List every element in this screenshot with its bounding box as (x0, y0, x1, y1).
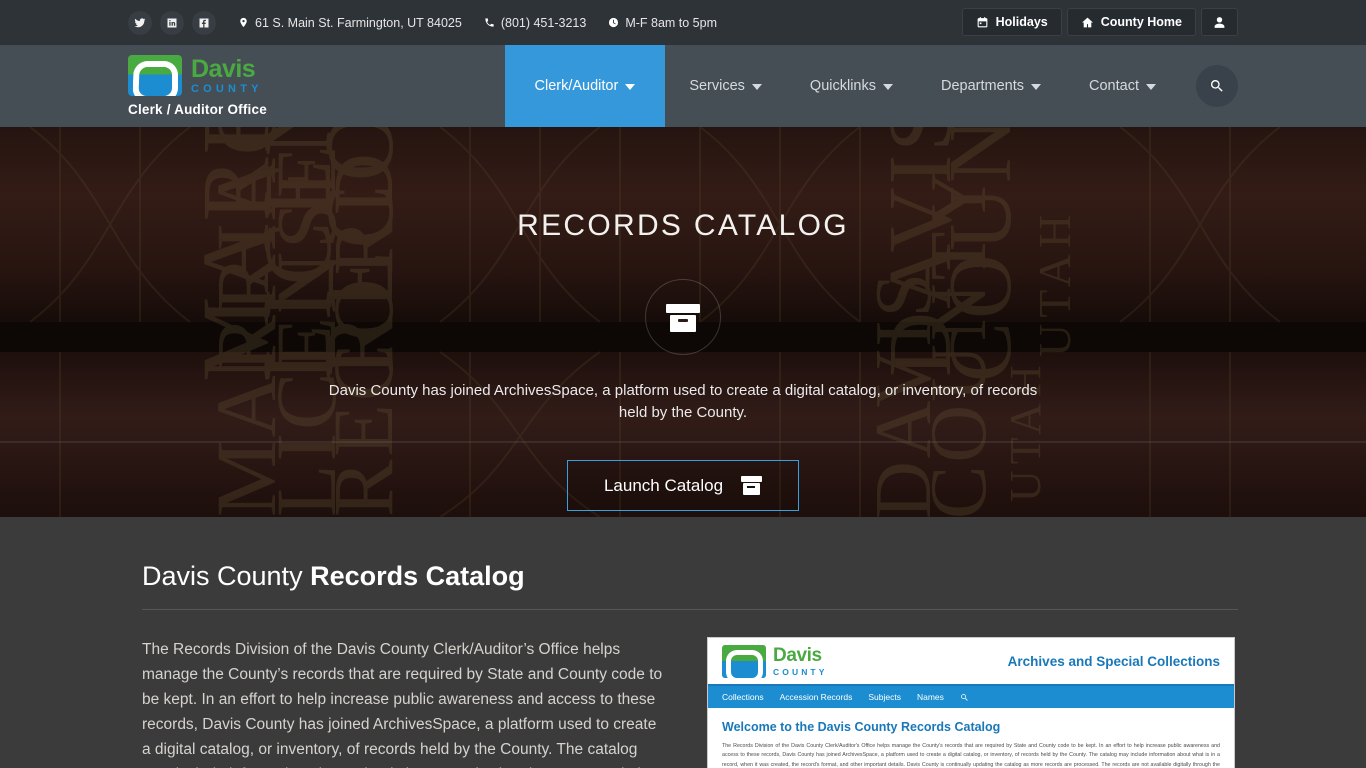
archive-box-icon (741, 475, 763, 496)
davis-county-logo-icon (128, 55, 182, 96)
twitter-icon[interactable] (128, 10, 152, 35)
screenshot-header: Davis COUNTY Archives and Special Collec… (708, 638, 1234, 686)
clock-icon (609, 17, 619, 28)
hero-banner: MARRIAGE LICENSE RECORD DAVIS COUNTY UTA… (0, 127, 1366, 517)
archive-box-circle (645, 279, 721, 355)
screenshot-nav: Collections Accession Records Subjects N… (708, 686, 1234, 708)
account-button[interactable] (1201, 8, 1238, 36)
calendar-icon (977, 16, 988, 27)
logo-davis-text: Davis (191, 54, 256, 83)
nav-item-contact[interactable]: Contact (1065, 45, 1180, 127)
intro-paragraph: The Records Division of the Davis County… (142, 641, 663, 768)
screenshot-tagline: Archives and Special Collections (1007, 653, 1220, 669)
hero-description: Davis County has joined ArchivesSpace, a… (328, 382, 1038, 421)
search-icon[interactable] (1196, 65, 1238, 107)
chevron-down-icon (883, 84, 893, 90)
home-icon (1081, 17, 1093, 27)
utility-bar: 61 S. Main St. Farmington, UT 84025 (801… (0, 0, 1366, 45)
search-icon (961, 693, 968, 701)
address-text: 61 S. Main St. Farmington, UT 84025 (255, 15, 462, 30)
phone-icon (485, 18, 494, 27)
chevron-down-icon (1031, 84, 1042, 90)
holidays-label: Holidays (995, 15, 1048, 29)
nav-item-clerk-auditor[interactable]: Clerk/Auditor (504, 45, 666, 127)
main-content: Davis County Records Catalog The Records… (0, 517, 1366, 768)
nav-item-quicklinks[interactable]: Quicklinks (786, 45, 917, 127)
nav-label: Contact (1089, 78, 1139, 94)
holidays-button[interactable]: Holidays (961, 8, 1062, 36)
page-title: Davis County Records Catalog (142, 561, 1238, 592)
brand-block[interactable]: Davis COUNTY Clerk / Auditor Office (0, 45, 267, 127)
user-icon (1214, 16, 1225, 28)
county-home-button[interactable]: County Home (1066, 8, 1196, 36)
chevron-down-icon (625, 84, 636, 90)
nav-label: Departments (941, 78, 1025, 94)
site-header: Davis COUNTY Clerk / Auditor Office Cler… (0, 45, 1366, 127)
phone-info[interactable]: (801) 451-3213 (484, 16, 586, 30)
county-home-label: County Home (1100, 15, 1182, 29)
hours-text: M-F 8am to 5pm (625, 15, 717, 30)
chevron-down-icon (1146, 84, 1156, 90)
screenshot-nav-collections: Collections (722, 692, 764, 702)
launch-catalog-label: Launch Catalog (603, 475, 724, 495)
catalog-screenshot[interactable]: Davis COUNTY Archives and Special Collec… (707, 637, 1235, 768)
phone-text: (801) 451-3213 (500, 15, 587, 30)
office-name: Clerk / Auditor Office (128, 102, 267, 117)
linkedin-icon[interactable] (160, 10, 184, 35)
davis-county-logo-icon (722, 644, 766, 678)
screenshot-nav-subjects: Subjects (868, 692, 901, 702)
screenshot-logo-davis: Davis (773, 644, 822, 666)
logo-county-text: COUNTY (191, 82, 263, 95)
address-info: 61 S. Main St. Farmington, UT 84025 (238, 16, 462, 30)
location-pin-icon (240, 17, 247, 28)
facebook-icon[interactable] (192, 10, 216, 35)
screenshot-nav-names: Names (916, 692, 944, 702)
screenshot-nav-accession-records: Accession Records (779, 692, 853, 702)
social-links (128, 10, 216, 35)
page-title-bold: Records Catalog (310, 561, 525, 591)
main-nav: Clerk/Auditor Services Quicklinks Depart… (504, 45, 1366, 127)
launch-catalog-button[interactable]: Launch Catalog (566, 460, 800, 511)
nav-label: Services (689, 78, 745, 94)
nav-item-departments[interactable]: Departments (917, 45, 1065, 127)
screenshot-logo-county: COUNTY (773, 666, 828, 677)
title-divider (142, 609, 1238, 610)
nav-label: Clerk/Auditor (534, 78, 619, 94)
chevron-down-icon (751, 84, 762, 90)
screenshot-heading: Welcome to the Davis County Records Cata… (722, 720, 1001, 734)
nav-label: Quicklinks (809, 78, 876, 94)
archive-box-icon (666, 300, 700, 334)
utility-buttons: Holidays County Home (961, 8, 1238, 36)
page-title-light: Davis County (142, 561, 303, 591)
hours-info: M-F 8am to 5pm (608, 16, 717, 30)
nav-item-services[interactable]: Services (665, 45, 786, 127)
screenshot-paragraph-1: The Records Division of the Davis County… (722, 743, 1220, 768)
screenshot-body: Welcome to the Davis County Records Cata… (708, 708, 1234, 768)
hero-title: RECORDS CATALOG (517, 209, 849, 242)
